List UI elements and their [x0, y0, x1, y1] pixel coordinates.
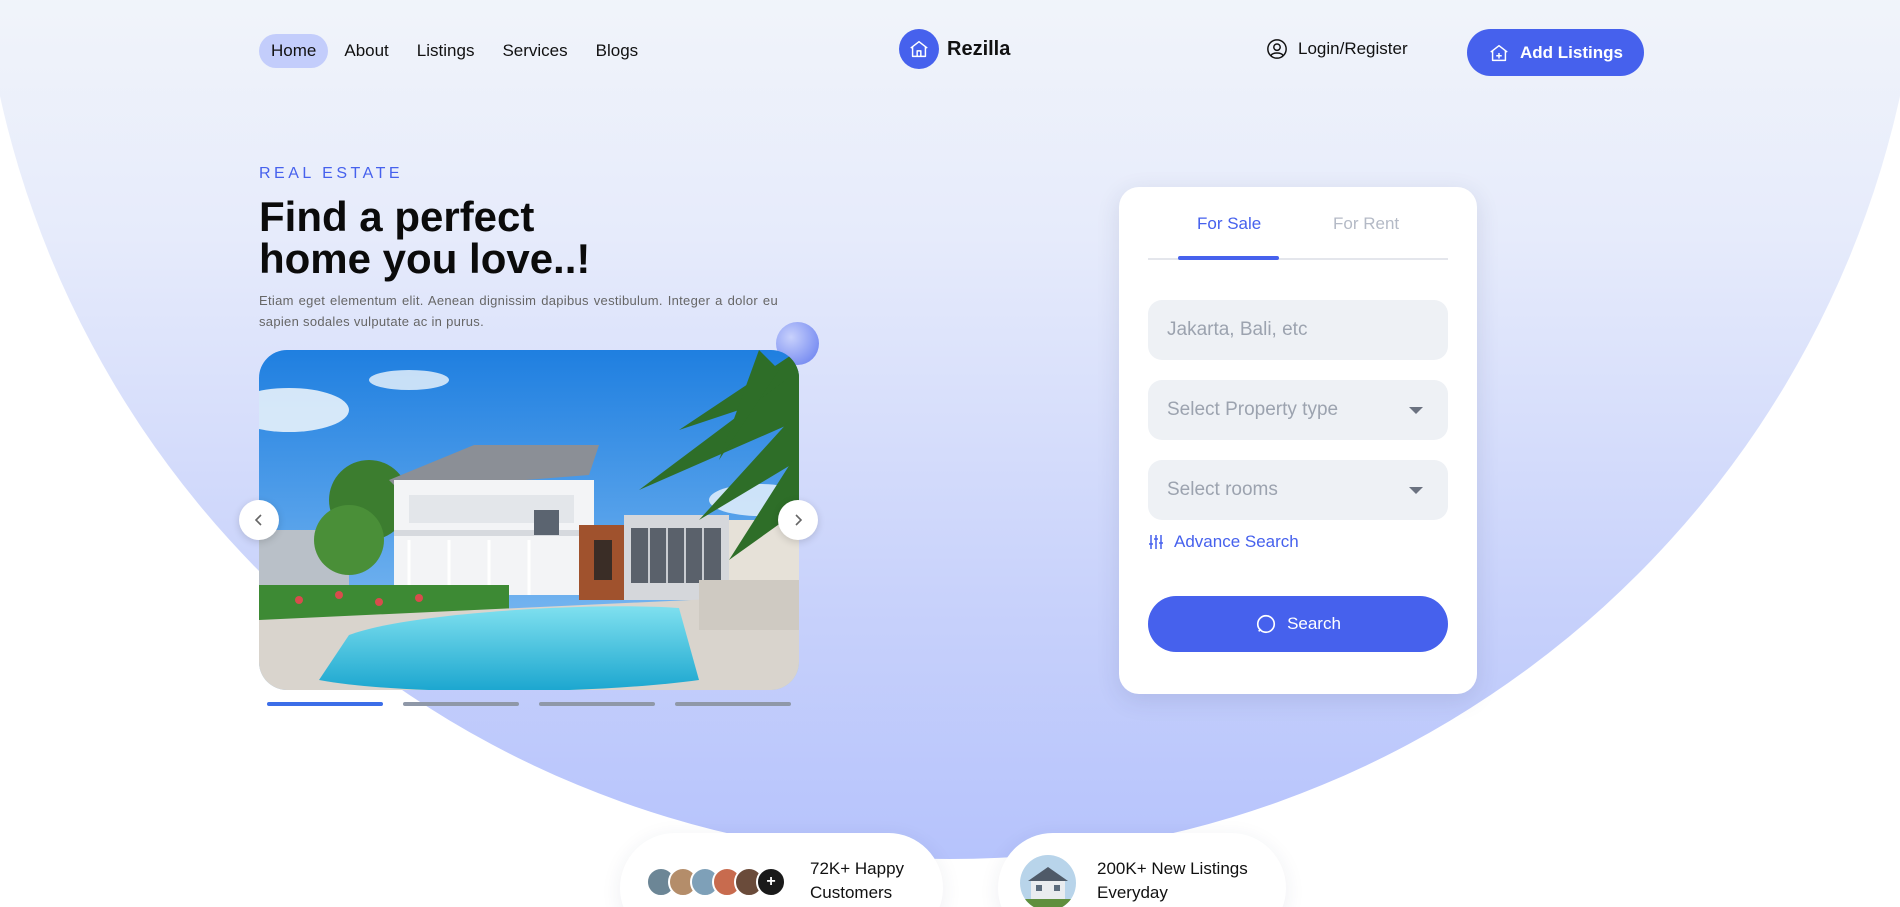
brand[interactable]: Rezilla [899, 29, 1010, 69]
carousel-indicator-3[interactable] [539, 702, 655, 706]
location-input[interactable] [1148, 300, 1448, 360]
home-logo-icon [899, 29, 939, 69]
nav-link-blogs[interactable]: Blogs [584, 34, 651, 68]
user-icon [1267, 39, 1287, 59]
new-listings-label: 200K+ New Listings Everyday [1097, 859, 1248, 902]
carousel-indicator-1[interactable] [267, 702, 383, 706]
nav-link-listings[interactable]: Listings [405, 34, 487, 68]
brand-name: Rezilla [947, 37, 1011, 60]
search-button-label: Search [1287, 614, 1341, 633]
add-listings-label: Add Listings [1520, 42, 1623, 62]
rooms-select[interactable]: Select rooms [1148, 460, 1448, 520]
carousel-indicator-4[interactable] [675, 702, 791, 706]
nav-link-services[interactable]: Services [490, 34, 579, 68]
login-register-link[interactable]: Login/Register [1266, 38, 1408, 60]
add-listings-button[interactable]: Add Listings [1467, 29, 1644, 76]
hero-eyebrow: REAL ESTATE [259, 165, 404, 182]
advance-search-label: Advance Search [1174, 532, 1299, 551]
caret-down-icon [1409, 407, 1423, 414]
caret-down-icon [1409, 487, 1423, 494]
tab-for-rent[interactable]: For Rent [1333, 214, 1399, 234]
hero-headline-line-2: home you love..! [259, 235, 591, 282]
carousel-house-image [259, 350, 799, 690]
active-tab-indicator [1178, 256, 1279, 260]
happy-customers-label: 72K+ Happy Customers [810, 859, 905, 902]
search-icon [1256, 614, 1276, 634]
sliders-icon [1149, 535, 1163, 549]
tab-for-sale[interactable]: For Sale [1197, 214, 1261, 234]
hero-description: Etiam eget elementum elit. Aenean dignis… [259, 293, 778, 329]
new-listings-stat: 200K+ New Listings Everyday [998, 833, 1286, 907]
hero-headline-line-1: Find a perfect [259, 193, 535, 240]
advance-search-link[interactable]: Advance Search [1148, 532, 1299, 552]
carousel-indicator-2[interactable] [403, 702, 519, 706]
plus-icon: + [756, 867, 786, 897]
home-plus-icon [1490, 44, 1508, 61]
house-thumbnail [1020, 855, 1076, 907]
rooms-value: Select rooms [1167, 479, 1278, 500]
chevron-right-icon [795, 514, 803, 526]
carousel-next-button[interactable] [778, 500, 818, 540]
property-search-card: For Sale For Rent Select Property type S… [1119, 187, 1477, 694]
hero-headline: Find a perfect home you love..! [259, 196, 679, 280]
login-register-label: Login/Register [1298, 39, 1408, 58]
nav-link-about[interactable]: About [332, 34, 400, 68]
nav-links: Home About Listings Services Blogs [259, 34, 654, 68]
search-tabs: For Sale For Rent [1148, 187, 1448, 260]
happy-customers-stat: + 72K+ Happy Customers [620, 833, 943, 907]
carousel-indicators [267, 702, 811, 706]
chevron-left-icon [254, 514, 262, 526]
property-type-value: Select Property type [1167, 399, 1339, 420]
property-type-select[interactable]: Select Property type [1148, 380, 1448, 440]
nav-link-home[interactable]: Home [259, 34, 329, 68]
top-navigation: Home About Listings Services Blogs Rezil… [0, 29, 1900, 76]
customer-avatars: + [646, 867, 786, 897]
search-button[interactable]: Search [1148, 596, 1448, 652]
carousel-prev-button[interactable] [239, 500, 279, 540]
